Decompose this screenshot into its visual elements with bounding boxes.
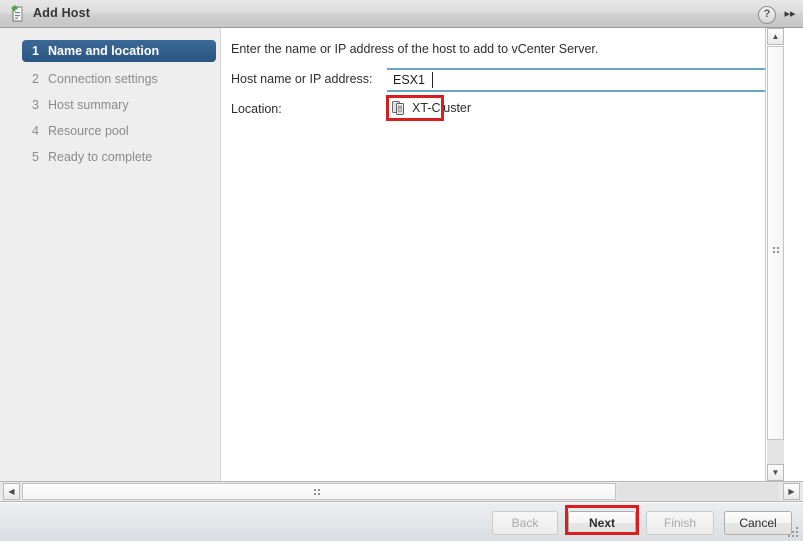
step-label: Ready to complete	[48, 150, 153, 164]
resize-grip-icon[interactable]	[788, 527, 800, 539]
sidebar-step-resource-pool[interactable]: 4 Resource pool	[22, 120, 216, 142]
host-name-input-wrapper	[387, 68, 784, 92]
dialog-content: 1 Name and location 2 Connection settings …	[0, 28, 803, 481]
sidebar-step-connection-settings[interactable]: 2 Connection settings	[22, 68, 216, 90]
vertical-scrollbar-track[interactable]	[767, 440, 784, 464]
cluster-icon	[390, 99, 408, 117]
sidebar-step-ready-to-complete[interactable]: 5 Ready to complete	[22, 146, 216, 168]
step-label: Name and location	[48, 44, 160, 58]
step-label: Resource pool	[48, 124, 129, 138]
expand-chevrons-icon[interactable]: ▸▸	[781, 6, 799, 22]
horizontal-scrollbar-track[interactable]	[617, 483, 779, 500]
location-label: Location:	[231, 102, 282, 116]
help-icon[interactable]: ?	[758, 6, 776, 24]
scrollbar-grip-icon	[773, 247, 780, 255]
vertical-scrollbar-thumb[interactable]	[767, 46, 784, 440]
step-number: 2	[32, 72, 39, 86]
step-number: 3	[32, 98, 39, 112]
instruction-text: Enter the name or IP address of the host…	[231, 42, 599, 56]
dialog-footer: Back Next Finish Cancel	[0, 502, 803, 541]
vertical-scrollbar[interactable]: ▲ ▼	[765, 28, 784, 481]
scrollbar-grip-icon	[314, 489, 322, 496]
scroll-right-arrow-icon[interactable]: ▶	[783, 483, 800, 500]
wizard-steps-sidebar: 1 Name and location 2 Connection settings …	[0, 28, 221, 481]
next-button[interactable]: Next	[568, 511, 636, 535]
step-number: 1	[32, 44, 39, 58]
location-value: XT-Cluster	[412, 101, 472, 115]
step-number: 4	[32, 124, 39, 138]
step-label: Host summary	[48, 98, 129, 112]
text-caret	[432, 72, 433, 88]
horizontal-scrollbar[interactable]: ◀ ▶	[0, 481, 803, 502]
back-button[interactable]: Back	[492, 511, 558, 535]
host-name-input[interactable]	[387, 68, 784, 92]
finish-button[interactable]: Finish	[646, 511, 714, 535]
step-label: Connection settings	[48, 72, 158, 86]
sidebar-step-name-and-location[interactable]: 1 Name and location	[22, 40, 216, 62]
horizontal-scrollbar-thumb[interactable]	[22, 483, 616, 500]
add-host-icon	[9, 5, 27, 23]
host-name-label: Host name or IP address:	[231, 72, 373, 86]
dialog-title: Add Host	[33, 6, 91, 20]
scroll-down-arrow-icon[interactable]: ▼	[767, 464, 784, 481]
add-host-dialog: Add Host ? ▸▸ 1 Name and location 2 Connec…	[0, 0, 803, 541]
scroll-up-arrow-icon[interactable]: ▲	[767, 28, 784, 45]
sidebar-step-host-summary[interactable]: 3 Host summary	[22, 94, 216, 116]
step-number: 5	[32, 150, 39, 164]
scroll-left-arrow-icon[interactable]: ◀	[3, 483, 20, 500]
cancel-button[interactable]: Cancel	[724, 511, 792, 535]
wizard-main-pane: Enter the name or IP address of the host…	[222, 28, 784, 481]
dialog-titlebar: Add Host ? ▸▸	[0, 0, 803, 28]
